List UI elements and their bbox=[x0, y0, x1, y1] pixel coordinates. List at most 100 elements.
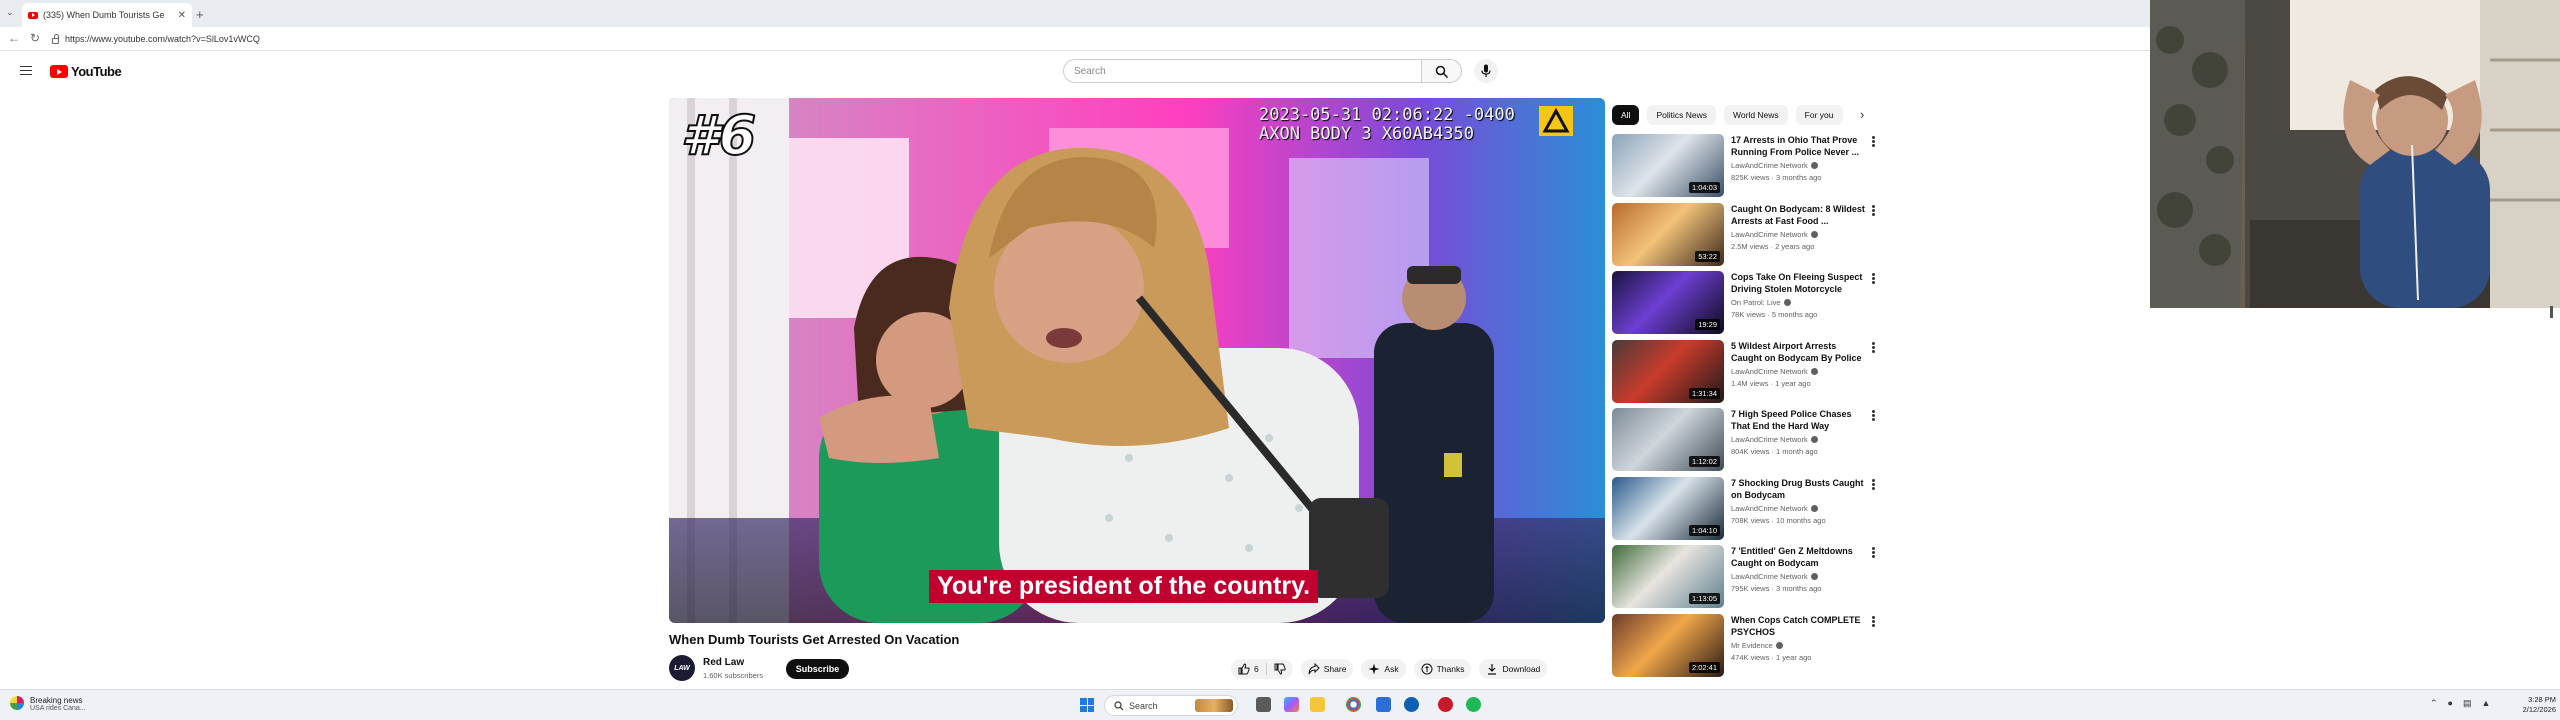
ask-label: Ask bbox=[1384, 664, 1399, 674]
related-thumbnail[interactable]: 1:31:34 bbox=[1612, 339, 1724, 403]
chip-politics-news[interactable]: Politics News bbox=[1647, 105, 1716, 125]
related-video-item[interactable]: 1:31:34 5 Wildest Airport Arrests Caught … bbox=[1612, 339, 1892, 406]
verified-icon bbox=[1810, 162, 1818, 169]
related-channel[interactable]: LawAndCrime Network bbox=[1731, 572, 1818, 581]
microphone-icon[interactable]: ● bbox=[2448, 698, 2453, 709]
related-title[interactable]: 7 Shocking Drug Busts Caught on Bodycam bbox=[1731, 477, 1866, 501]
more-options-icon[interactable] bbox=[1872, 547, 1875, 558]
related-title[interactable]: Caught On Bodycam: 8 Wildest Arrests at … bbox=[1731, 203, 1866, 227]
spotify-icon[interactable] bbox=[1466, 697, 1481, 712]
related-title[interactable]: When Cops Catch COMPLETE PSYCHOS bbox=[1731, 614, 1866, 638]
related-meta: 474K views · 1 year ago bbox=[1731, 652, 1812, 662]
more-options-icon[interactable] bbox=[1872, 341, 1875, 353]
related-title[interactable]: 17 Arrests in Ohio That Prove Running Fr… bbox=[1731, 134, 1866, 158]
related-video-item[interactable]: 1:12:02 7 High Speed Police Chases That E… bbox=[1612, 408, 1892, 474]
chip-world-news[interactable]: World News bbox=[1724, 105, 1788, 125]
like-icon[interactable] bbox=[1238, 663, 1250, 675]
system-tray: ⌃ ● ▤ ▲ bbox=[2430, 698, 2490, 709]
volume-icon[interactable]: ▲ bbox=[2482, 698, 2491, 709]
tab-list-icon[interactable]: ⌄ bbox=[6, 7, 14, 18]
more-options-icon[interactable] bbox=[1872, 273, 1875, 284]
related-channel[interactable]: On Patrol: Live bbox=[1731, 298, 1791, 307]
related-thumbnail[interactable]: 2:02:41 bbox=[1612, 613, 1724, 677]
more-options-icon[interactable] bbox=[1872, 136, 1875, 147]
bodycam-device-line: AXON BODY 3 X60AB4350 bbox=[1259, 124, 1474, 144]
download-icon bbox=[1488, 664, 1497, 675]
download-button[interactable]: Download bbox=[1479, 659, 1548, 679]
back-icon[interactable]: ← bbox=[8, 31, 20, 45]
related-channel[interactable]: LawAndCrime Network bbox=[1731, 435, 1818, 444]
chip-for-you[interactable]: For you bbox=[1795, 105, 1843, 125]
copilot-icon[interactable] bbox=[1284, 697, 1299, 712]
related-channel-name: LawAndCrime Network bbox=[1731, 572, 1808, 581]
menu-icon[interactable] bbox=[20, 66, 32, 75]
related-thumbnail[interactable]: 53:22 bbox=[1612, 202, 1724, 266]
related-channel[interactable]: Mr Evidence bbox=[1731, 641, 1783, 650]
scrollbar-thumb[interactable] bbox=[2550, 306, 2553, 318]
more-options-icon[interactable] bbox=[1872, 478, 1875, 490]
task-view-icon[interactable] bbox=[1256, 697, 1271, 712]
related-thumbnail[interactable]: 1:12:02 bbox=[1612, 408, 1724, 471]
related-video-item[interactable]: 1:04:03 17 Arrests in Ohio That Prove Run… bbox=[1612, 134, 1892, 200]
related-title[interactable]: 7 High Speed Police Chases That End the … bbox=[1731, 408, 1866, 432]
related-channel[interactable]: LawAndCrime Network bbox=[1731, 367, 1818, 376]
messenger-icon[interactable] bbox=[1404, 697, 1419, 712]
app-icon[interactable] bbox=[1438, 697, 1453, 712]
voice-search-button[interactable] bbox=[1474, 59, 1498, 83]
related-thumbnail[interactable]: 1:04:10 bbox=[1612, 476, 1724, 540]
related-video-item[interactable]: 1:13:05 7 'Entitled' Gen Z Meltdowns Caug… bbox=[1612, 545, 1892, 611]
clock[interactable]: 3:28 PM 2/12/2026 bbox=[2522, 695, 2556, 715]
related-video-item[interactable]: 1:04:10 7 Shocking Drug Busts Caught on B… bbox=[1612, 476, 1892, 543]
verified-icon bbox=[1810, 573, 1818, 580]
browser-tab[interactable]: (335) When Dumb Tourists Ge ✕ bbox=[22, 3, 192, 27]
youtube-logo[interactable]: YouTube bbox=[50, 64, 122, 79]
related-video-item[interactable]: 53:22 Caught On Bodycam: 8 Wildest Arrest… bbox=[1612, 202, 1892, 269]
video-player[interactable]: #6 2023-05-31 02:06:22 -0400 AXON BODY 3… bbox=[669, 98, 1605, 623]
close-tab-icon[interactable]: ✕ bbox=[178, 10, 186, 21]
related-meta: 825K views · 3 months ago bbox=[1731, 173, 1822, 182]
related-title[interactable]: 7 'Entitled' Gen Z Meltdowns Caught on B… bbox=[1731, 545, 1866, 569]
reload-icon[interactable]: ↻ bbox=[30, 31, 40, 45]
more-options-icon[interactable] bbox=[1872, 615, 1875, 627]
ask-button[interactable]: Ask bbox=[1361, 659, 1406, 679]
more-options-icon[interactable] bbox=[1872, 410, 1875, 421]
start-button[interactable] bbox=[1080, 698, 1094, 712]
bodycam-timestamp: 2023-05-31 02:06:22 -0400 AXON BODY 3 X6… bbox=[1259, 106, 1515, 144]
new-tab-button[interactable]: + bbox=[196, 7, 204, 22]
related-video-item[interactable]: 19:29 Cops Take On Fleeing Suspect Drivin… bbox=[1612, 271, 1892, 337]
chevron-up-icon[interactable]: ⌃ bbox=[2430, 698, 2438, 709]
related-channel[interactable]: LawAndCrime Network bbox=[1731, 230, 1818, 239]
share-button[interactable]: Share bbox=[1300, 659, 1354, 679]
chip-all[interactable]: All bbox=[1612, 105, 1640, 125]
verified-icon bbox=[1810, 436, 1818, 443]
video-duration: 2:02:41 bbox=[1688, 661, 1720, 673]
search-input[interactable]: Search bbox=[1063, 59, 1422, 83]
channel-name[interactable]: Red Law bbox=[703, 657, 744, 668]
related-thumbnail[interactable]: 1:13:05 bbox=[1612, 545, 1724, 608]
verified-icon bbox=[1775, 641, 1783, 649]
dislike-icon[interactable] bbox=[1274, 663, 1286, 675]
related-thumbnail[interactable]: 1:04:03 bbox=[1612, 134, 1724, 197]
related-video-item[interactable]: 2:02:41 When Cops Catch COMPLETE PSYCHOS M… bbox=[1612, 613, 1892, 680]
logo-text: YouTube bbox=[71, 64, 122, 79]
related-channel[interactable]: LawAndCrime Network bbox=[1731, 161, 1818, 170]
more-options-icon[interactable] bbox=[1872, 204, 1875, 216]
related-title[interactable]: 5 Wildest Airport Arrests Caught on Body… bbox=[1731, 340, 1866, 364]
related-thumbnail[interactable]: 19:29 bbox=[1612, 271, 1724, 334]
related-title[interactable]: Cops Take On Fleeing Suspect Driving Sto… bbox=[1731, 271, 1866, 295]
taskbar-search[interactable]: Search bbox=[1104, 695, 1238, 716]
thanks-button[interactable]: Thanks bbox=[1413, 659, 1472, 679]
chevron-right-icon[interactable]: › bbox=[1860, 107, 1864, 122]
news-widget[interactable]: Breaking news USA rides Cana... bbox=[10, 696, 86, 712]
url-field[interactable]: https://www.youtube.com/watch?v=SlLov1vW… bbox=[52, 30, 2142, 48]
chrome-icon[interactable] bbox=[1346, 697, 1361, 712]
subscribe-button[interactable]: Subscribe bbox=[786, 659, 849, 679]
news-subtitle: USA rides Cana... bbox=[30, 705, 86, 712]
network-icon[interactable]: ▤ bbox=[2463, 698, 2472, 709]
channel-avatar[interactable]: LAW bbox=[669, 655, 695, 681]
related-channel[interactable]: LawAndCrime Network bbox=[1731, 504, 1818, 513]
search-button[interactable] bbox=[1422, 59, 1462, 83]
store-icon[interactable] bbox=[1376, 697, 1391, 712]
file-explorer-icon[interactable] bbox=[1310, 697, 1325, 712]
related-channel-name: On Patrol: Live bbox=[1731, 298, 1781, 307]
